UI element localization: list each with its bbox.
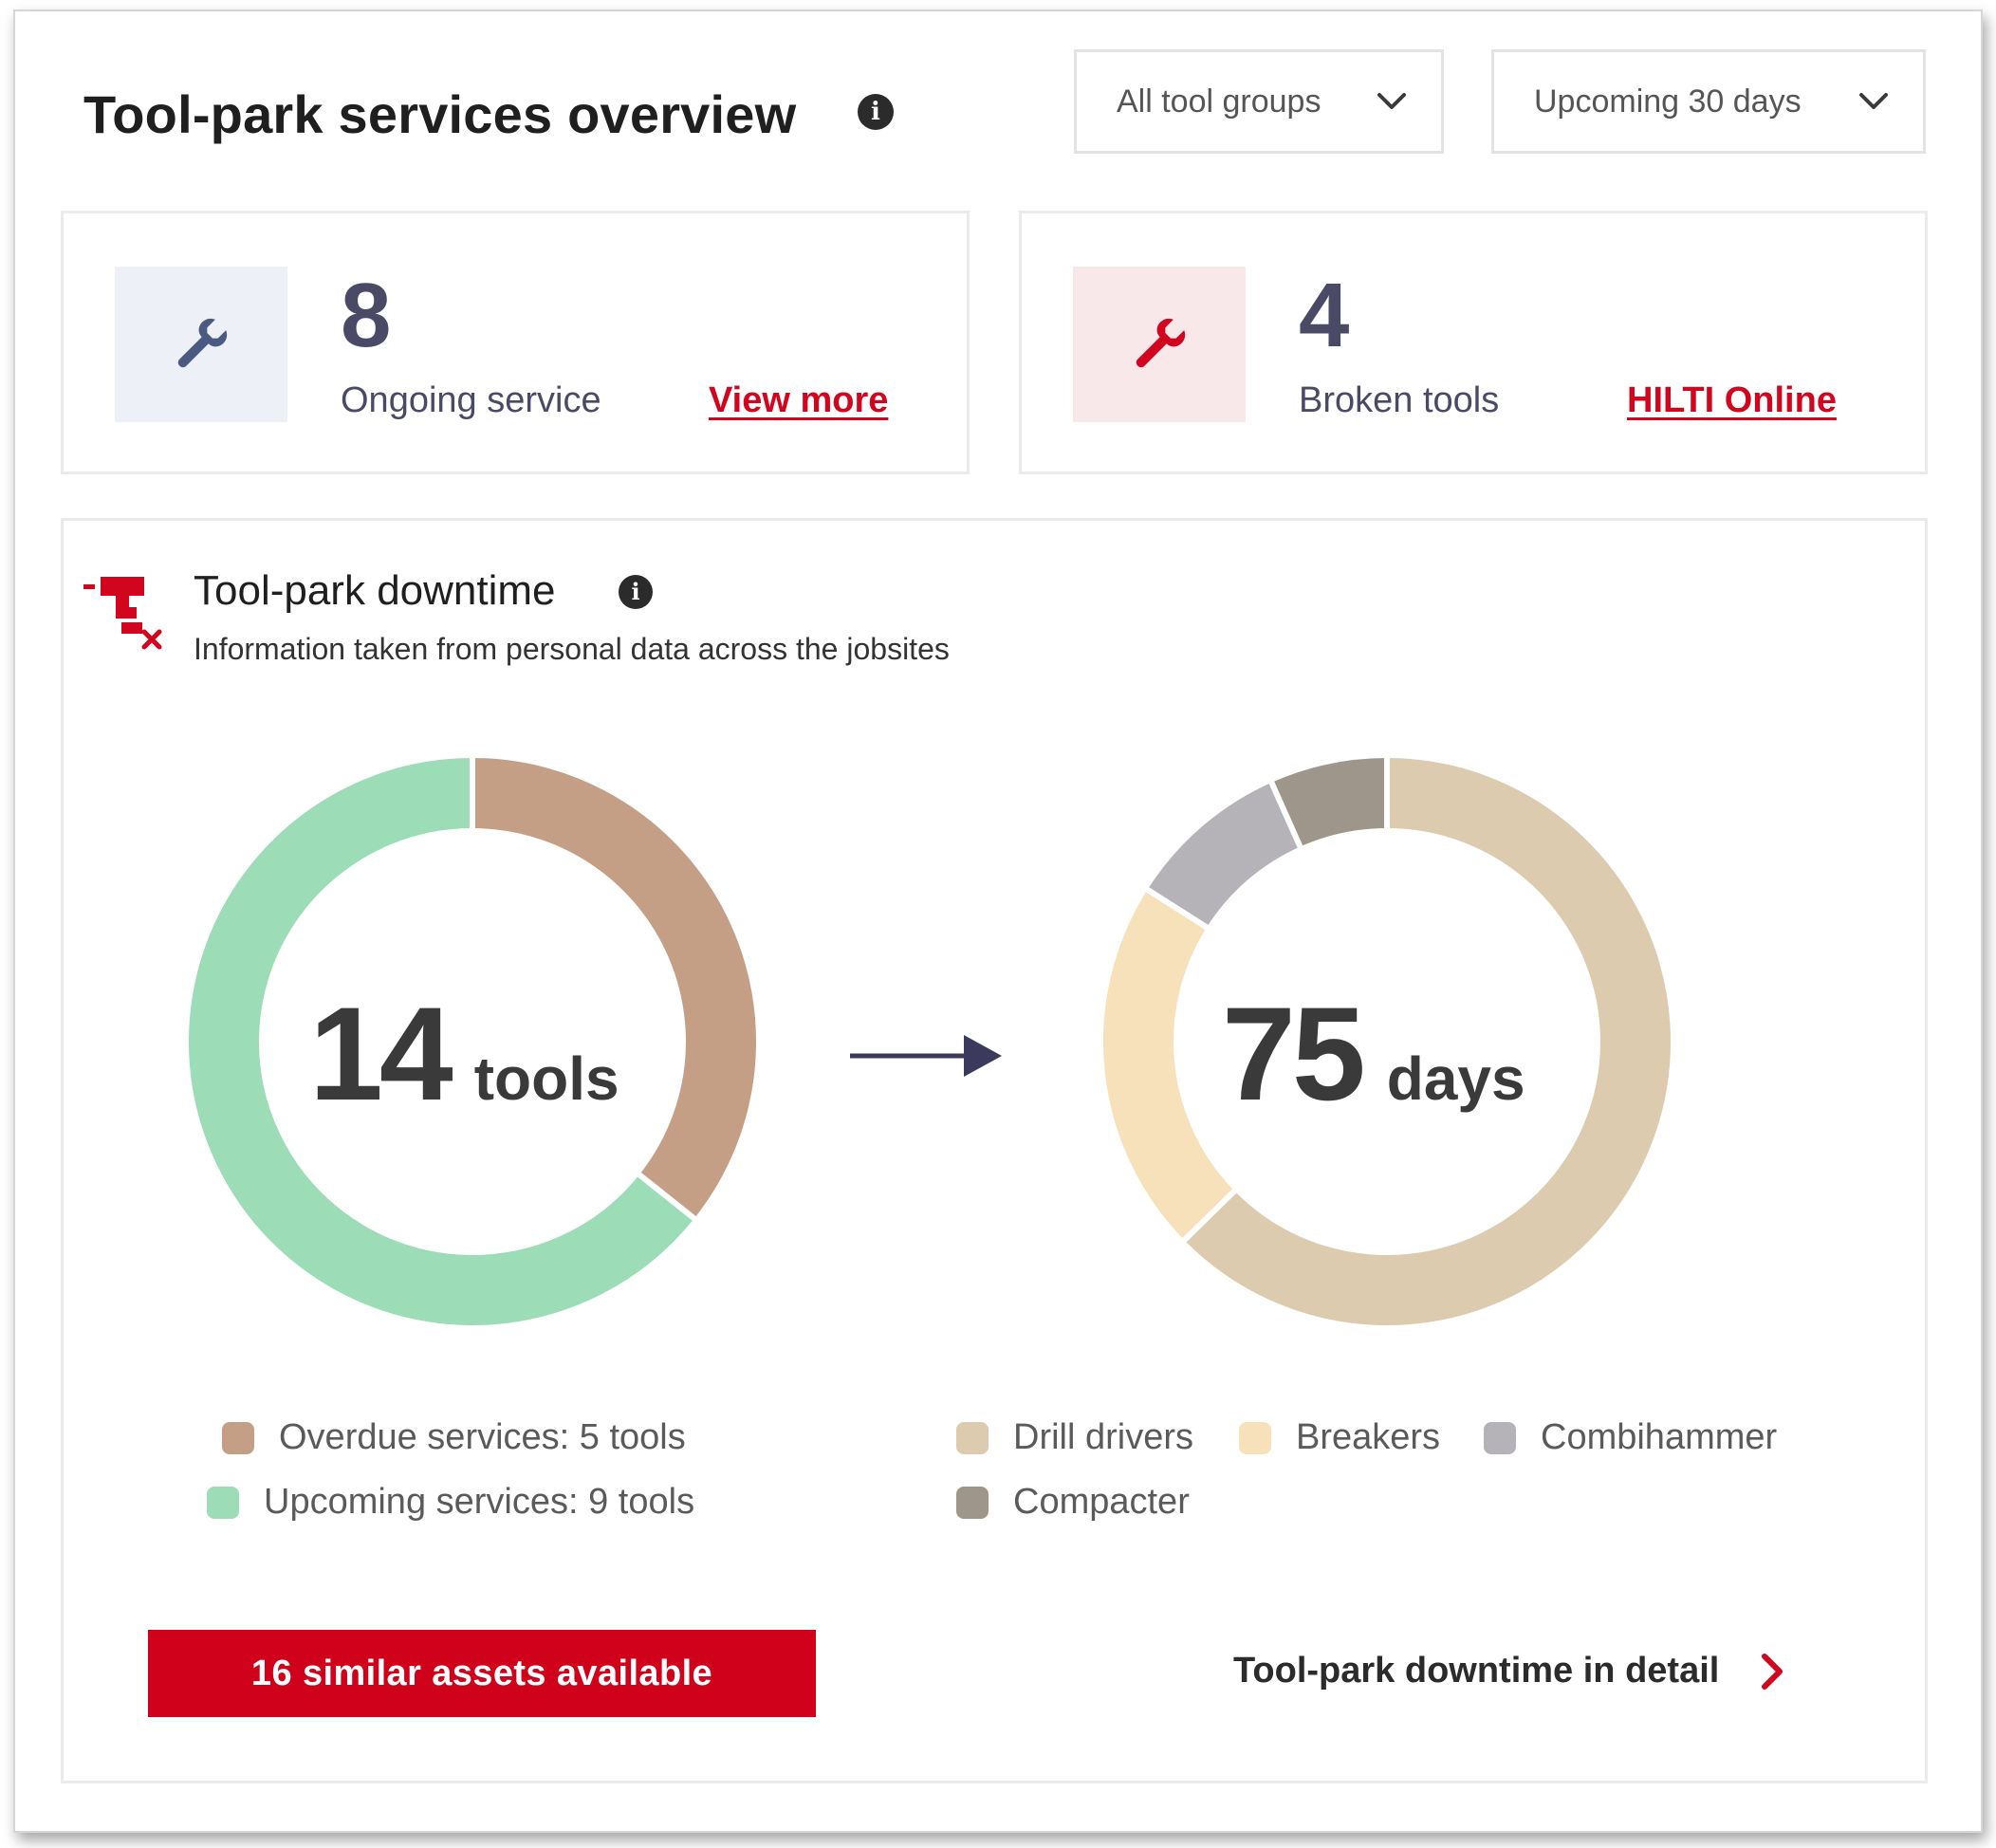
downtime-detail-label: Tool-park downtime in detail	[1233, 1651, 1720, 1691]
legend-label: Breakers	[1296, 1417, 1441, 1457]
legend-label: Combihammer	[1541, 1417, 1778, 1457]
legend-swatch	[207, 1486, 239, 1519]
tools-total-unit: tools	[473, 1044, 619, 1113]
legend-item: Overdue services: 5 tools	[222, 1417, 686, 1458]
wrench-icon	[177, 318, 228, 368]
legend-label: Drill drivers	[1013, 1417, 1193, 1457]
legend-item: Upcoming services: 9 tools	[207, 1482, 694, 1523]
legend-item: Drill drivers	[956, 1417, 1193, 1458]
legend-swatch	[956, 1486, 989, 1519]
tools-total-value: 14	[309, 979, 453, 1128]
broken-drill-icon	[83, 577, 162, 650]
legend-swatch	[1239, 1421, 1271, 1454]
legend-label: Compacter	[1013, 1482, 1190, 1522]
legend-swatch	[1484, 1421, 1516, 1454]
similar-assets-button[interactable]: 16 similar assets available	[148, 1630, 816, 1717]
donut-segment	[1098, 884, 1241, 1247]
days-total: 75 days	[1222, 977, 1525, 1131]
info-icon[interactable]: i	[619, 575, 653, 609]
broken-tools-label: Broken tools	[1299, 380, 1500, 420]
info-icon[interactable]: i	[858, 94, 894, 130]
broken-tools-count: 4	[1299, 265, 1350, 366]
period-dropdown[interactable]: Upcoming 30 days	[1491, 49, 1926, 154]
section-subtitle: Information taken from personal data acr…	[194, 632, 950, 666]
section-title: Tool-park downtime	[194, 567, 556, 614]
days-total-unit: days	[1386, 1044, 1525, 1113]
ongoing-service-label: Ongoing service	[341, 380, 601, 420]
tools-total: 14 tools	[309, 977, 619, 1131]
page-title: Tool-park services overview	[83, 84, 797, 144]
ongoing-service-card: 8 Ongoing service View more	[61, 211, 970, 474]
chevron-down-icon	[1859, 93, 1888, 109]
wrench-icon	[1136, 318, 1186, 368]
tool-group-dropdown[interactable]: All tool groups	[1074, 49, 1444, 154]
hilti-online-link[interactable]: HILTI Online	[1627, 380, 1837, 421]
broken-tools-icon-box	[1073, 267, 1246, 422]
broken-tools-card: 4 Broken tools HILTI Online	[1019, 211, 1928, 474]
tool-group-dropdown-label: All tool groups	[1117, 83, 1321, 120]
chevron-down-icon	[1377, 93, 1406, 109]
ongoing-service-count: 8	[341, 265, 392, 366]
legend-swatch	[956, 1421, 989, 1454]
legend-item: Combihammer	[1484, 1417, 1777, 1458]
legend-item: Compacter	[956, 1482, 1190, 1523]
days-total-value: 75	[1222, 979, 1366, 1128]
period-dropdown-label: Upcoming 30 days	[1534, 83, 1802, 120]
legend-item: Breakers	[1239, 1417, 1440, 1458]
chevron-right-icon	[1762, 1653, 1783, 1690]
view-more-link[interactable]: View more	[709, 380, 888, 421]
ongoing-service-icon-box	[115, 267, 287, 422]
legend-label: Overdue services: 5 tools	[279, 1417, 686, 1457]
downtime-detail-link[interactable]: Tool-park downtime in detail	[1233, 1651, 1785, 1691]
legend-label: Upcoming services: 9 tools	[264, 1482, 695, 1522]
arrow-right-icon	[850, 1035, 1002, 1077]
legend-swatch	[222, 1421, 254, 1454]
